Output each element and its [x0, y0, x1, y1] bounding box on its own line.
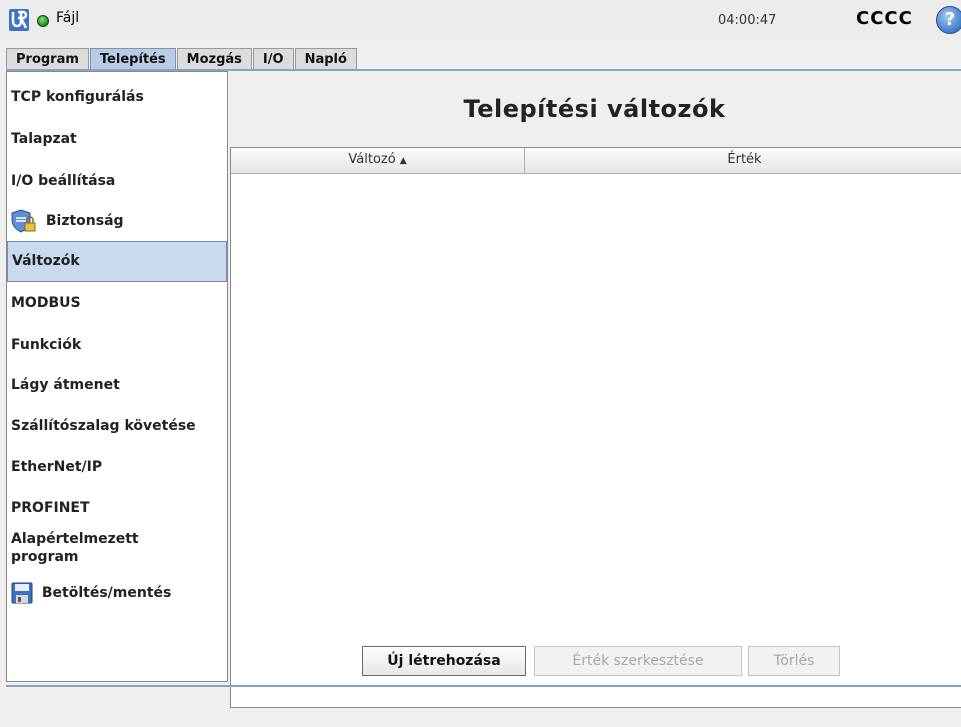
sidebar-item-features[interactable]: Funkciók [7, 337, 227, 353]
sidebar-item-label: Funkciók [11, 337, 82, 353]
column-header-label: Változó [348, 152, 396, 167]
variables-table[interactable]: Változó ▲ Érték [230, 147, 961, 708]
column-header-variable[interactable]: Változó ▲ [231, 148, 525, 174]
page-title: Telepítési változók [463, 95, 726, 123]
edit-value-button[interactable]: Érték szerkesztése [534, 646, 742, 676]
sidebar-item-default-program[interactable]: Alapértelmezett program [7, 530, 167, 566]
sidebar-item-profinet[interactable]: PROFINET [7, 500, 227, 516]
sidebar-item-label: Biztonság [45, 213, 124, 229]
sidebar-item-label: Változók [12, 253, 80, 269]
sidebar-item-label: TCP konfigurálás [11, 89, 144, 105]
main-tabs: Program Telepítés Mozgás I/O Napló [6, 48, 358, 70]
sidebar-item-label: PROFINET [11, 500, 90, 516]
sidebar-item-label: Alapértelmezett program [11, 531, 139, 565]
sidebar-item-label: I/O beállítása [11, 173, 116, 189]
delete-button[interactable]: Törlés [748, 646, 840, 676]
sidebar-item-label: Talapzat [11, 131, 77, 147]
column-header-value[interactable]: Érték [525, 148, 961, 174]
file-menu[interactable]: Fájl [56, 10, 79, 26]
tab-installation[interactable]: Telepítés [89, 48, 176, 70]
sidebar-item-variables[interactable]: Változók [7, 241, 227, 282]
tab-log[interactable]: Napló [294, 48, 357, 70]
variables-panel: Telepítési változók Változó ▲ Érték Új lé… [228, 71, 961, 708]
installation-sidebar: TCP konfigurálás Talapzat I/O beállítása… [6, 71, 228, 682]
sidebar-item-ethernet-ip[interactable]: EtherNet/IP [7, 459, 227, 475]
sidebar-item-label: Szállítószalag követése [11, 418, 196, 434]
sidebar-item-label: MODBUS [11, 295, 81, 311]
sidebar-item-smooth-transition[interactable]: Lágy átmenet [7, 377, 227, 393]
sidebar-item-label: Lágy átmenet [11, 377, 120, 393]
sidebar-item-modbus[interactable]: MODBUS [7, 295, 227, 311]
help-icon[interactable]: ? [936, 6, 961, 34]
shield-lock-icon [11, 209, 36, 233]
top-bar: Fájl 04:00:47 CCCC ? [0, 0, 961, 40]
sidebar-item-mounting[interactable]: Talapzat [7, 131, 227, 147]
sidebar-item-label: EtherNet/IP [11, 459, 103, 475]
sidebar-item-conveyor-tracking[interactable]: Szállítószalag követése [7, 418, 227, 434]
sort-ascending-icon: ▲ [399, 156, 407, 166]
floppy-disk-icon [11, 582, 33, 604]
tab-program[interactable]: Program [6, 48, 89, 70]
universal-robots-logo [9, 9, 29, 31]
tab-io[interactable]: I/O [252, 48, 294, 70]
column-header-label: Érték [727, 152, 762, 167]
robot-status-icon [37, 15, 49, 27]
sidebar-item-safety[interactable]: Biztonság [7, 208, 227, 234]
sidebar-item-label: Betöltés/mentés [41, 585, 172, 601]
bottom-divider [6, 685, 961, 687]
sidebar-item-io-setup[interactable]: I/O beállítása [7, 173, 227, 189]
clock: 04:00:47 [718, 13, 777, 28]
create-new-button[interactable]: Új létrehozása [362, 646, 526, 676]
robot-name: CCCC [856, 8, 913, 29]
sidebar-item-tcp-configuration[interactable]: TCP konfigurálás [7, 89, 227, 105]
sidebar-item-load-save[interactable]: Betöltés/mentés [7, 580, 227, 606]
tab-move[interactable]: Mozgás [176, 48, 252, 70]
